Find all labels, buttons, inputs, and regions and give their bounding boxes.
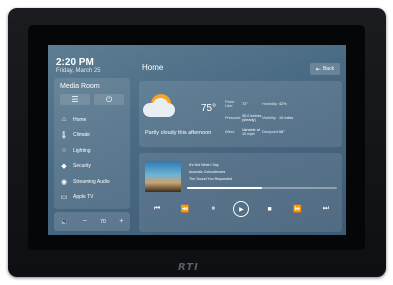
wind-value: Variable at 10 mph	[242, 127, 260, 137]
radio-icon: ◉	[60, 178, 68, 186]
album-art	[145, 161, 181, 192]
dewpoint-label: Dewpoint:	[262, 130, 279, 134]
progress-fill	[187, 187, 262, 189]
back-icon: ⇤	[315, 66, 321, 73]
back-button[interactable]: ⇤ Back	[310, 63, 340, 75]
skip-next-button[interactable]: ⏭	[318, 205, 334, 213]
sidebar-item-apple-tv[interactable]: ▭ Apple TV	[59, 190, 125, 206]
back-label: Back	[322, 66, 335, 72]
pause-button[interactable]: ⏸	[205, 205, 221, 213]
visibility-value: 10 miles	[279, 115, 294, 120]
sidebar-item-label: Home	[73, 116, 87, 123]
rti-logo: RTI	[178, 262, 199, 273]
power-icon: ⏻	[105, 94, 113, 104]
track-title: It's Not What I Say	[189, 163, 219, 167]
tv-icon: ▭	[60, 194, 68, 202]
hamburger-icon: ☰	[71, 95, 79, 104]
mute-button[interactable]: 🔈	[61, 218, 70, 226]
sidebar-item-label: Security	[73, 163, 92, 170]
transport-controls: ⏮ ⏪ ⏸ ▶ ■ ⏩ ⏭	[149, 201, 334, 217]
shield-icon: ◆	[61, 163, 67, 171]
menu-button[interactable]: ☰	[60, 94, 90, 105]
source-list: ⌂ Home 🌡 Climate ○ Lighting ◆ Security ◉…	[59, 112, 125, 205]
sidebar-item-climate[interactable]: 🌡 Climate	[59, 128, 125, 144]
humidity-label: Humidity:	[262, 102, 278, 106]
volume-level: 70	[100, 218, 106, 225]
sidebar-item-lighting[interactable]: ○ Lighting	[59, 143, 125, 159]
dewpoint-value: 58°	[279, 129, 285, 134]
weather-condition: Partly cloudy this afternoon	[145, 130, 212, 136]
sidebar-item-label: Lighting	[73, 147, 91, 154]
page-title: Home	[142, 63, 164, 72]
track-album: The Sound You Requested	[189, 177, 232, 181]
cloud-icon	[143, 103, 175, 117]
volume-up-button[interactable]: +	[119, 218, 123, 225]
progress-bar[interactable]	[187, 187, 337, 189]
rewind-button[interactable]: ⏪	[177, 205, 193, 213]
sidebar-item-label: Streaming Audio	[73, 178, 110, 185]
room-panel: Media Room ☰ ⏻ ⌂ Home 🌡 Climate ○ Lighti…	[54, 78, 130, 209]
stop-button[interactable]: ■	[262, 206, 278, 213]
track-artist: Acoustic Coincidences	[189, 170, 226, 174]
visibility-label: Visibility:	[262, 116, 277, 120]
fast-forward-button[interactable]: ⏩	[290, 205, 306, 213]
power-button[interactable]: ⏻	[94, 94, 124, 105]
sidebar-item-security[interactable]: ◆ Security	[59, 159, 125, 175]
feels-like-label: Feels Like:	[225, 100, 235, 108]
wind-label: Wind:	[225, 130, 235, 134]
feels-like-value: 72°	[242, 101, 248, 106]
sidebar-item-label: Apple TV	[73, 194, 94, 201]
clock-date: Friday, March 25	[56, 68, 101, 74]
home-icon: ⌂	[61, 116, 67, 124]
media-player-card: It's Not What I Say Acoustic Coincidence…	[139, 153, 342, 232]
touchscreen: 2:20 PM Friday, March 25 Media Room ☰ ⏻ …	[48, 45, 346, 235]
skip-previous-button[interactable]: ⏮	[149, 205, 165, 213]
volume-down-button[interactable]: −	[83, 218, 87, 225]
pressure-value: 30.0 inches (steady)	[242, 113, 262, 123]
weather-card: 75° Partly cloudy this afternoon Feels L…	[139, 81, 342, 147]
sidebar-item-label: Climate	[73, 132, 90, 139]
current-temperature: 75°	[201, 103, 217, 114]
sidebar-item-streaming-audio[interactable]: ◉ Streaming Audio	[59, 174, 125, 190]
weather-details: Feels Like: 72° Humidity: 42% Pressure: …	[225, 97, 340, 139]
volume-panel: 🔈 − 70 +	[54, 212, 130, 231]
pressure-label: Pressure:	[225, 116, 242, 120]
thermometer-icon: 🌡	[59, 132, 69, 140]
bulb-icon: ○	[61, 147, 67, 155]
sidebar-item-home[interactable]: ⌂ Home	[59, 112, 125, 128]
play-button[interactable]: ▶	[233, 201, 250, 217]
room-title: Media Room	[60, 83, 100, 90]
humidity-value: 42%	[279, 101, 287, 106]
clock-time: 2:20 PM	[56, 57, 94, 68]
